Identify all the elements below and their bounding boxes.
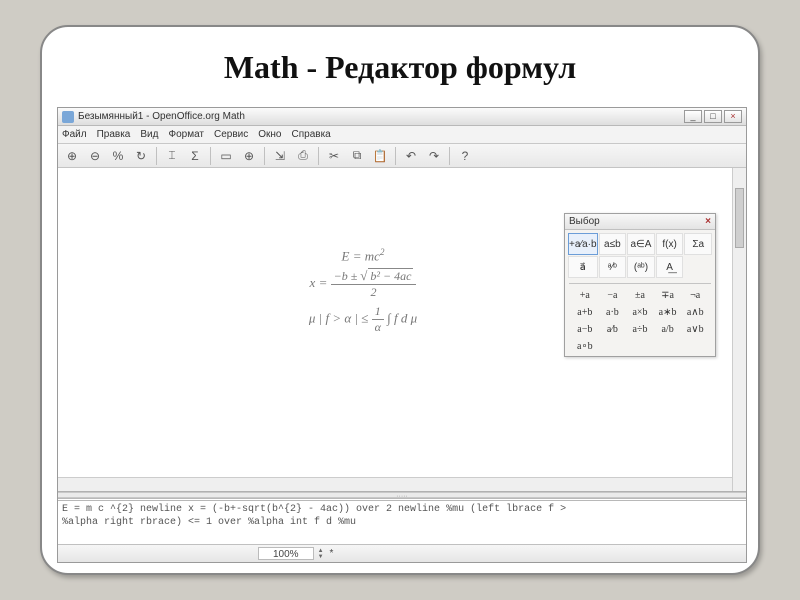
zoom-stepper[interactable]: ▲▼ [318,548,324,560]
formula-preview[interactable]: E = mc2 x = −b ± √b² − 4ac 2 μ | f > α |… [58,168,746,492]
redo-icon[interactable]: ↷ [424,146,444,166]
zoom-field[interactable]: 100% [258,547,314,560]
element-category[interactable]: (ᵃᵇ) [627,256,655,278]
operator-button[interactable]: −a [599,290,627,301]
vertical-scrollbar[interactable] [732,168,746,491]
print-icon[interactable]: ⎙ [293,146,313,166]
formula-code-input[interactable]: E = m c ^{2} newline x = (-b+-sqrt(b^{2}… [58,498,746,544]
modified-indicator: * [330,548,334,559]
toolbar: ⊕⊖%↻⌶Σ▭⊕⇲⎙✂⧉📋↶↷? [58,144,746,168]
content-area: E = mc2 x = −b ± √b² − 4ac 2 μ | f > α |… [58,168,746,544]
menu-view[interactable]: Вид [140,129,158,140]
operator-button [626,341,654,352]
toolbar-separator [156,147,157,165]
f1-exp: 2 [380,247,385,257]
menu-window[interactable]: Окно [258,129,281,140]
f3-fraction: 1 α [372,304,384,335]
code-line-1: E = m c ^{2} newline x = (-b+-sqrt(b^{2}… [62,503,742,516]
elements-operators: +a−a±a∓a¬a a+ba·ba×ba∗ba∧b a−ba⁄ba÷ba/ba∨b… [565,286,715,356]
export-icon[interactable]: ⇲ [270,146,290,166]
menu-tools[interactable]: Сервис [214,129,248,140]
zoom-100-icon[interactable]: % [108,146,128,166]
operator-button[interactable]: a·b [599,307,627,318]
elements-panel-close-icon[interactable]: × [705,216,711,227]
window-controls: _ □ × [684,110,742,123]
elements-panel[interactable]: Выбор × +a⁄a·ba≤ba∈Af(x)Σa a⃗ᵃ⁄ᵇ(ᵃᵇ)A͟ +a… [564,213,716,357]
close-button[interactable]: × [724,110,742,123]
elements-panel-title: Выбор [569,216,600,227]
paste-icon[interactable]: 📋 [370,146,390,166]
rendered-formula: E = mc2 x = −b ± √b² − 4ac 2 μ | f > α |… [278,243,448,339]
operator-button [654,341,682,352]
operator-button[interactable]: ∓a [654,290,682,301]
elements-categories: +a⁄a·ba≤ba∈Af(x)Σa a⃗ᵃ⁄ᵇ(ᵃᵇ)A͟ [565,230,715,281]
element-category[interactable]: a≤b [599,233,627,255]
operator-button[interactable]: a÷b [626,324,654,335]
f3-b: ∫ f d μ [387,311,417,326]
operator-button[interactable]: ±a [626,290,654,301]
toolbar-separator [264,147,265,165]
zoom-in-icon[interactable]: ⊕ [62,146,82,166]
element-category[interactable]: A͟ [656,256,684,278]
titlebar[interactable]: Безымянный1 - OpenOffice.org Math _ □ × [58,108,746,126]
scrollbar-thumb[interactable] [735,188,744,248]
operator-button [681,341,709,352]
toolbar-separator [395,147,396,165]
menu-help[interactable]: Справка [292,129,331,140]
minimize-button[interactable]: _ [684,110,702,123]
toolbar-separator [318,147,319,165]
zoom-out-icon[interactable]: ⊖ [85,146,105,166]
element-category[interactable]: a∈A [627,233,655,255]
f3-a: μ | f > α | ≤ [309,311,372,326]
cut-icon[interactable]: ✂ [324,146,344,166]
f2-fraction: −b ± √b² − 4ac 2 [331,268,417,300]
maximize-button[interactable]: □ [704,110,722,123]
field-icon[interactable]: ▭ [216,146,236,166]
operator-button[interactable]: a−b [571,324,599,335]
operator-button[interactable]: ¬a [681,290,709,301]
copy-icon[interactable]: ⧉ [347,146,367,166]
menubar: Файл Правка Вид Формат Сервис Окно Справ… [58,126,746,144]
divider [569,283,711,284]
code-line-2: %alpha right rbrace) <= 1 over %alpha in… [62,516,742,529]
menu-file[interactable]: Файл [62,129,87,140]
toolbar-separator [210,147,211,165]
menu-edit[interactable]: Правка [97,129,131,140]
elements-panel-header[interactable]: Выбор × [565,214,715,230]
operator-button[interactable]: a/b [654,324,682,335]
status-bar: 100% ▲▼ * [58,544,746,562]
menu-format[interactable]: Формат [168,129,204,140]
operator-button[interactable]: a∧b [681,307,709,318]
presentation-slide: Math - Редактор формул Безымянный1 - Ope… [40,25,760,575]
toolbar-separator [449,147,450,165]
slide-title: Math - Редактор формул [42,49,758,86]
refresh-icon[interactable]: ↻ [131,146,151,166]
f2-lhs: x = [310,275,331,290]
element-category[interactable]: f(x) [656,233,684,255]
help-icon[interactable]: ? [455,146,475,166]
app-icon [62,111,74,123]
element-category[interactable]: Σa [684,233,712,255]
symbol-icon[interactable]: ⊕ [239,146,259,166]
openoffice-math-window: Безымянный1 - OpenOffice.org Math _ □ × … [57,107,747,563]
operator-button[interactable]: a∗b [654,307,682,318]
f1-eq: = [350,248,365,263]
horizontal-scrollbar[interactable] [58,477,732,491]
element-category[interactable]: a⃗ [568,256,598,278]
formula-icon[interactable]: ⌶ [162,146,182,166]
element-category[interactable]: ᵃ⁄ᵇ [599,256,627,278]
operator-button[interactable]: a⁄b [599,324,627,335]
operator-button[interactable]: a∨b [681,324,709,335]
window-title: Безымянный1 - OpenOffice.org Math [78,111,245,122]
operator-button [599,341,627,352]
operator-button[interactable]: a∘b [571,341,599,352]
operator-button[interactable]: a×b [626,307,654,318]
f1-lhs: E [342,248,350,263]
operator-button[interactable]: a+b [571,307,599,318]
undo-icon[interactable]: ↶ [401,146,421,166]
f1-rhs: mc [365,248,380,263]
operator-button[interactable]: +a [571,290,599,301]
element-category[interactable]: +a⁄a·b [568,233,598,255]
sigma-icon[interactable]: Σ [185,146,205,166]
